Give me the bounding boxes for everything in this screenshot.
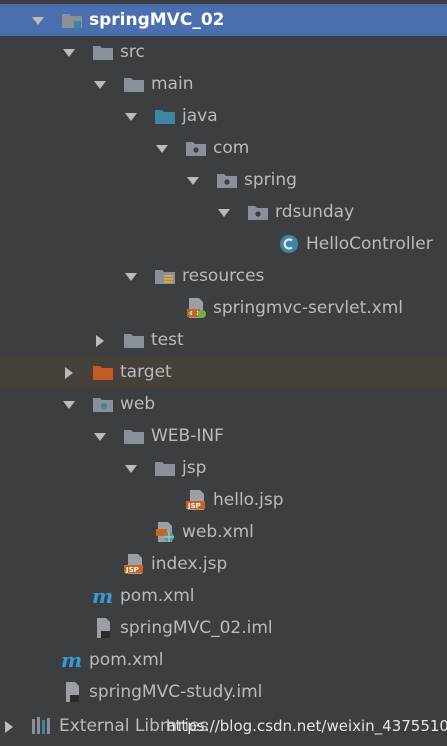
jsp-file-icon: JSP — [123, 553, 145, 575]
tree-item-label: pom.xml — [89, 650, 164, 670]
tree-row[interactable]: target — [0, 356, 447, 388]
tree-item-label: springMVC_02.iml — [120, 618, 273, 638]
project-tree: springMVC_02src main java com spring rdsunday… — [0, 0, 447, 746]
tree-row[interactable]: m pom.xml — [0, 644, 447, 676]
collapse-arrow-icon[interactable] — [124, 461, 138, 475]
tree-item-label: jsp — [182, 458, 207, 478]
package-icon — [216, 169, 238, 191]
tree-row[interactable]: springmvc-servlet.xml — [0, 292, 447, 324]
tree-row[interactable]: resources — [0, 260, 447, 292]
folder-icon — [123, 73, 145, 95]
java-class-icon — [278, 233, 300, 255]
tree-item-label: test — [151, 330, 184, 350]
expand-arrow-icon[interactable] — [93, 333, 107, 347]
tree-row[interactable]: java — [0, 100, 447, 132]
tree-row[interactable]: src — [0, 36, 447, 68]
collapse-arrow-icon[interactable] — [93, 77, 107, 91]
collapse-arrow-icon[interactable] — [31, 13, 45, 27]
source-folder-icon — [154, 105, 176, 127]
tree-item-label: spring — [244, 170, 297, 190]
expand-arrow-icon[interactable] — [62, 365, 76, 379]
watermark-text: https://blog.csdn.net/weixin_43755104 — [166, 717, 447, 735]
tree-row[interactable]: main — [0, 68, 447, 100]
jsp-file-icon: JSP — [185, 489, 207, 511]
tree-item-label: springmvc-servlet.xml — [213, 298, 403, 318]
tree-item-label: springMVC_02 — [89, 10, 225, 30]
collapse-arrow-icon[interactable] — [62, 45, 76, 59]
tree-item-label: com — [213, 138, 250, 158]
folder-icon — [92, 41, 114, 63]
package-icon — [185, 137, 207, 159]
module-folder-icon — [61, 9, 83, 31]
tree-item-label: target — [120, 362, 172, 382]
folder-icon — [123, 329, 145, 351]
tree-row[interactable]: WEB-INF — [0, 420, 447, 452]
tree-item-label: springMVC-study.iml — [89, 682, 263, 702]
tree-item-label: web.xml — [182, 522, 254, 542]
tree-item-label: index.jsp — [151, 554, 228, 574]
libraries-icon — [30, 715, 52, 737]
folder-icon — [123, 425, 145, 447]
expand-arrow-icon[interactable] — [2, 719, 16, 733]
collapse-arrow-icon[interactable] — [217, 205, 231, 219]
spring-xml-icon — [185, 297, 207, 319]
tree-row[interactable]: web.xml — [0, 516, 447, 548]
resources-folder-icon — [154, 265, 176, 287]
tree-row[interactable]: springMVC_02.iml — [0, 612, 447, 644]
svg-text:m: m — [61, 649, 82, 671]
tree-item-label: src — [120, 42, 145, 62]
tree-row[interactable]: test — [0, 324, 447, 356]
svg-text:m: m — [92, 585, 113, 607]
iml-file-icon — [61, 681, 83, 703]
tree-row[interactable]: springMVC_02 — [0, 4, 447, 36]
svg-text:JSP: JSP — [187, 502, 201, 510]
svg-text:JSP: JSP — [125, 566, 139, 574]
tree-item-label: java — [182, 106, 218, 126]
web-folder-icon — [92, 393, 114, 415]
tree-item-label: HelloController — [306, 234, 433, 254]
web-xml-icon — [154, 521, 176, 543]
collapse-arrow-icon[interactable] — [186, 173, 200, 187]
collapse-arrow-icon[interactable] — [124, 109, 138, 123]
tree-row[interactable]: JSP hello.jsp — [0, 484, 447, 516]
tree-row[interactable]: web — [0, 388, 447, 420]
tree-row[interactable]: HelloController — [0, 228, 447, 260]
tree-item-label: pom.xml — [120, 586, 195, 606]
tree-item-label: WEB-INF — [151, 426, 224, 446]
collapse-arrow-icon[interactable] — [93, 429, 107, 443]
maven-icon: m — [61, 648, 83, 672]
tree-item-label: main — [151, 74, 194, 94]
tree-row[interactable]: com — [0, 132, 447, 164]
tree-row[interactable]: JSP index.jsp — [0, 548, 447, 580]
collapse-arrow-icon[interactable] — [155, 141, 169, 155]
maven-icon: m — [92, 584, 114, 608]
tree-row[interactable]: spring — [0, 164, 447, 196]
tree-item-label: web — [120, 394, 156, 414]
package-icon — [247, 201, 269, 223]
tree-item-label: rdsunday — [275, 202, 355, 222]
tree-row[interactable]: rdsunday — [0, 196, 447, 228]
excluded-folder-icon — [92, 361, 114, 383]
folder-icon — [154, 457, 176, 479]
collapse-arrow-icon[interactable] — [124, 269, 138, 283]
tree-row[interactable]: springMVC-study.iml — [0, 676, 447, 708]
tree-row[interactable]: m pom.xml — [0, 580, 447, 612]
tree-item-label: hello.jsp — [213, 490, 284, 510]
iml-file-icon — [92, 617, 114, 639]
tree-item-label: resources — [182, 266, 265, 286]
tree-row[interactable]: jsp — [0, 452, 447, 484]
collapse-arrow-icon[interactable] — [62, 397, 76, 411]
